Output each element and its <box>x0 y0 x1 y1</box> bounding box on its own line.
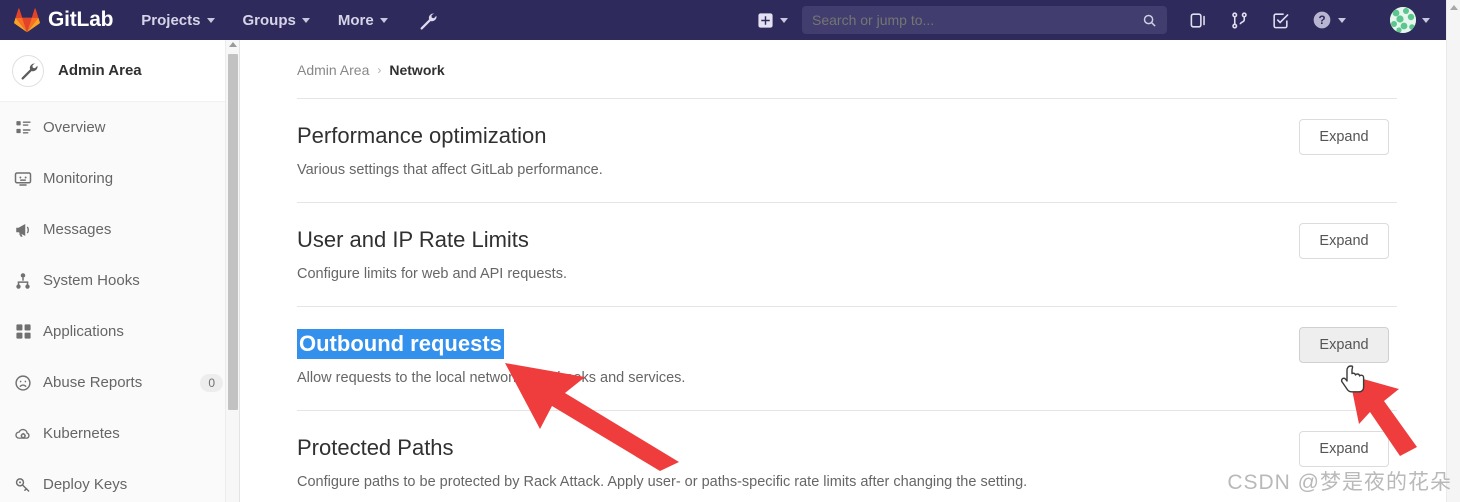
chevron-down-icon <box>1422 17 1430 23</box>
sidebar-item-messages-label: Messages <box>43 221 112 238</box>
wrench-icon <box>12 54 44 87</box>
avatar[interactable] <box>1390 7 1416 33</box>
sidebar-item-abuse-reports[interactable]: Abuse Reports 0 <box>0 357 239 408</box>
search-input[interactable] <box>812 12 1142 28</box>
kubernetes-cloud-icon <box>14 425 32 443</box>
nav-item-more[interactable]: More <box>338 12 388 29</box>
todos-icon[interactable] <box>1271 11 1290 30</box>
topbar-right-group: ? <box>757 0 1446 40</box>
sidebar-item-monitoring[interactable]: Monitoring <box>0 153 239 204</box>
nav-item-groups[interactable]: Groups <box>243 12 310 29</box>
help-icon: ? <box>1313 11 1331 29</box>
abuse-reports-badge: 0 <box>200 373 223 392</box>
megaphone-icon <box>14 221 32 239</box>
expand-button-outbound-requests[interactable]: Expand <box>1299 327 1389 363</box>
section-title: Performance optimization <box>297 123 547 148</box>
sidebar-item-system-hooks[interactable]: System Hooks <box>0 255 239 306</box>
sidebar-item-kubernetes[interactable]: Kubernetes <box>0 408 239 459</box>
issues-icon[interactable] <box>1189 11 1208 30</box>
chevron-down-icon <box>206 17 215 23</box>
merge-request-icon[interactable] <box>1230 11 1249 30</box>
monitor-icon <box>14 170 32 188</box>
section-title: Protected Paths <box>297 435 454 460</box>
chevron-down-icon <box>301 17 310 23</box>
expand-button-performance-optimization[interactable]: Expand <box>1299 119 1389 155</box>
overview-icon <box>14 119 32 137</box>
system-hooks-icon <box>14 272 32 290</box>
nav-item-more-label: More <box>337 11 374 29</box>
search-icon[interactable] <box>1142 13 1157 28</box>
page-scroll-up-arrow[interactable] <box>1450 5 1458 10</box>
admin-wrench-icon[interactable] <box>418 11 437 30</box>
chevron-down-icon <box>1338 17 1346 23</box>
sidebar-item-kubernetes-label: Kubernetes <box>43 425 120 442</box>
admin-sidebar: Admin Area Overview Monitoring Messages … <box>0 40 240 502</box>
sidebar-item-applications[interactable]: Applications <box>0 306 239 357</box>
sidebar-item-abuse-reports-label: Abuse Reports <box>43 374 143 391</box>
sidebar-item-applications-label: Applications <box>43 323 124 340</box>
sidebar-item-overview-label: Overview <box>43 119 106 136</box>
page-scrollbar[interactable] <box>1446 0 1460 502</box>
search-box[interactable] <box>802 6 1167 34</box>
watermark: CSDN @梦是夜的花朵 <box>1227 471 1452 494</box>
sidebar-item-deploy-keys[interactable]: Deploy Keys <box>0 459 239 502</box>
svg-text:?: ? <box>1318 14 1325 27</box>
section-title-highlighted[interactable]: Outbound requests <box>297 329 504 359</box>
applications-grid-icon <box>14 323 32 341</box>
sidebar-item-deploy-keys-label: Deploy Keys <box>43 476 128 493</box>
expand-button-protected-paths[interactable]: Expand <box>1299 431 1389 467</box>
section-description: Various settings that affect GitLab perf… <box>297 162 603 178</box>
top-navbar: GitLab Projects Groups More Search or ju… <box>0 0 1446 40</box>
breadcrumb-separator-icon: › <box>377 63 382 77</box>
sidebar-item-overview[interactable]: Overview <box>0 102 239 153</box>
sidebar-header-admin-area[interactable]: Admin Area <box>0 40 239 102</box>
sidebar-item-monitoring-label: Monitoring <box>43 170 114 187</box>
plus-square-icon <box>758 12 773 28</box>
sidebar-header-label: Admin Area <box>58 62 142 79</box>
section-description: Configure limits for web and API request… <box>297 266 567 282</box>
section-description: Allow requests to the local network from… <box>297 370 686 386</box>
chevron-down-icon <box>379 17 388 23</box>
sidebar-scroll-up-arrow[interactable] <box>229 42 237 47</box>
settings-section-performance-optimization: Performance optimization Various setting… <box>297 99 1397 203</box>
deploy-key-icon <box>14 476 32 494</box>
expand-button-user-and-ip-rate-limits[interactable]: Expand <box>1299 223 1389 259</box>
new-item-dropdown[interactable] <box>757 12 788 29</box>
main-content: Admin Area › Network Performance optimiz… <box>240 40 1446 502</box>
abuse-frown-icon <box>14 374 32 392</box>
nav-item-projects-label: Projects <box>141 11 201 29</box>
sidebar-item-messages[interactable]: Messages <box>0 204 239 255</box>
help-dropdown[interactable]: ? <box>1312 10 1346 30</box>
section-title: User and IP Rate Limits <box>297 227 529 252</box>
settings-section-outbound-requests: Outbound requests Allow requests to the … <box>297 307 1397 411</box>
user-menu[interactable] <box>1368 7 1430 33</box>
nav-item-projects[interactable]: Projects <box>141 11 215 29</box>
sidebar-scrollbar-thumb[interactable] <box>228 54 238 410</box>
settings-section-user-and-ip-rate-limits: User and IP Rate Limits Configure limits… <box>297 203 1397 307</box>
breadcrumb-admin-area[interactable]: Admin Area <box>297 62 369 78</box>
sidebar-scrollbar[interactable] <box>225 40 239 502</box>
breadcrumb-network[interactable]: Network <box>389 62 444 78</box>
chevron-down-icon <box>780 17 788 23</box>
breadcrumb: Admin Area › Network <box>240 40 1446 78</box>
gitlab-logo-icon[interactable] <box>14 7 40 33</box>
brand-title[interactable]: GitLab <box>48 8 113 32</box>
nav-item-groups-label: Groups <box>242 11 296 29</box>
sidebar-item-system-hooks-label: System Hooks <box>43 272 140 289</box>
